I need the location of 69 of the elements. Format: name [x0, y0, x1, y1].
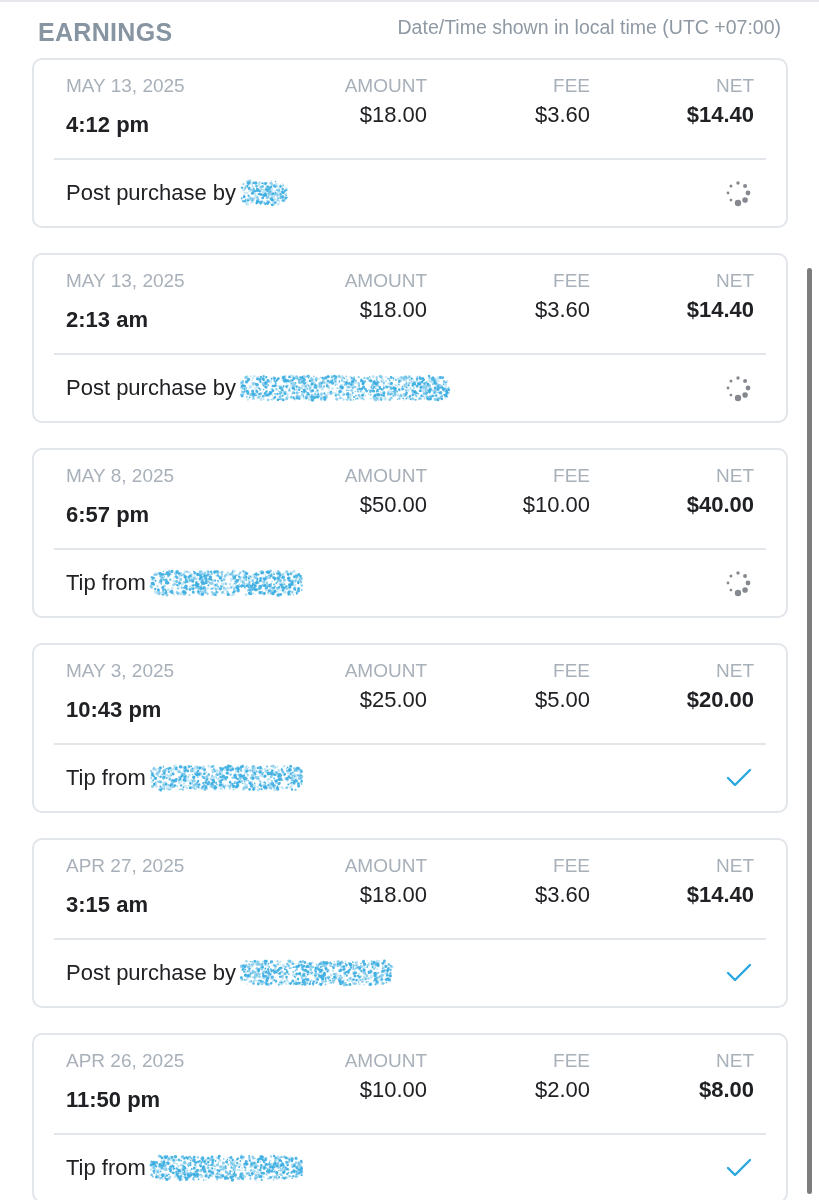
checkmark-icon — [726, 768, 752, 788]
date-label: MAY 8, 2025 — [66, 465, 175, 487]
date-label: MAY 3, 2025 — [66, 660, 175, 682]
amount-label: AMOUNT — [344, 465, 427, 487]
amount-value: $18.00 — [359, 882, 427, 908]
net-value: $14.40 — [686, 102, 754, 128]
net-label: NET — [716, 855, 754, 877]
date-label: MAY 13, 2025 — [66, 75, 185, 97]
amount-label: AMOUNT — [344, 270, 427, 292]
time-text: 3:15 am — [66, 892, 148, 918]
amount-value: $18.00 — [359, 102, 427, 128]
net-value: $8.00 — [698, 1077, 754, 1103]
net-value: $40.00 — [686, 492, 754, 518]
scribble-icon — [239, 958, 394, 988]
net-value: $14.40 — [686, 882, 754, 908]
scribble-icon — [148, 1153, 304, 1183]
fee-label: FEE — [553, 660, 590, 682]
amount-value: $18.00 — [359, 297, 427, 323]
fee-value: $2.00 — [534, 1077, 590, 1103]
transaction-description: Tip from — [66, 570, 146, 596]
scribble-icon — [148, 763, 304, 793]
transaction-description: Tip from — [66, 1155, 146, 1181]
net-label: NET — [716, 1050, 754, 1072]
timezone-note: Date/Time shown in local time (UTC +07:00) — [397, 15, 781, 39]
fee-label: FEE — [553, 1050, 590, 1072]
transaction-description: Post purchase by — [66, 180, 236, 206]
net-label: NET — [716, 75, 754, 97]
time-text: 10:43 pm — [66, 697, 162, 723]
fee-value: $10.00 — [522, 492, 590, 518]
amount-label: AMOUNT — [344, 75, 427, 97]
amount-label: AMOUNT — [344, 660, 427, 682]
loading-spinner-icon — [724, 569, 752, 597]
date-label: APR 26, 2025 — [66, 1050, 185, 1072]
fee-value: $5.00 — [534, 687, 590, 713]
scribble-icon — [239, 373, 451, 403]
scribble-icon — [239, 178, 289, 208]
fee-label: FEE — [553, 855, 590, 877]
scrollbar[interactable] — [807, 268, 812, 1194]
amount-value: $10.00 — [359, 1077, 427, 1103]
amount-label: AMOUNT — [344, 855, 427, 877]
net-label: NET — [716, 270, 754, 292]
section-title: EARNINGS — [38, 17, 173, 47]
amount-label: AMOUNT — [344, 1050, 427, 1072]
date-label: MAY 13, 2025 — [66, 270, 185, 292]
fee-value: $3.60 — [534, 102, 590, 128]
fee-value: $3.60 — [534, 297, 590, 323]
time-text: 11:50 pm — [66, 1087, 161, 1113]
fee-value: $3.60 — [534, 882, 590, 908]
net-label: NET — [716, 465, 754, 487]
checkmark-icon — [726, 1158, 752, 1178]
date-label: APR 27, 2025 — [66, 855, 185, 877]
scribble-icon — [148, 568, 304, 598]
checkmark-icon — [726, 963, 752, 983]
loading-spinner-icon — [724, 179, 752, 207]
transaction-description: Post purchase by — [66, 960, 236, 986]
fee-label: FEE — [553, 75, 590, 97]
time-text: 6:57 pm — [66, 502, 150, 528]
amount-value: $50.00 — [359, 492, 427, 518]
transaction-description: Tip from — [66, 765, 146, 791]
amount-value: $25.00 — [359, 687, 427, 713]
net-value: $20.00 — [686, 687, 754, 713]
net-label: NET — [716, 660, 754, 682]
time-text: 4:12 pm — [66, 112, 150, 138]
time-text: 2:13 am — [66, 307, 148, 333]
net-value: $14.40 — [686, 297, 754, 323]
loading-spinner-icon — [724, 374, 752, 402]
fee-label: FEE — [553, 465, 590, 487]
fee-label: FEE — [553, 270, 590, 292]
transaction-description: Post purchase by — [66, 375, 236, 401]
